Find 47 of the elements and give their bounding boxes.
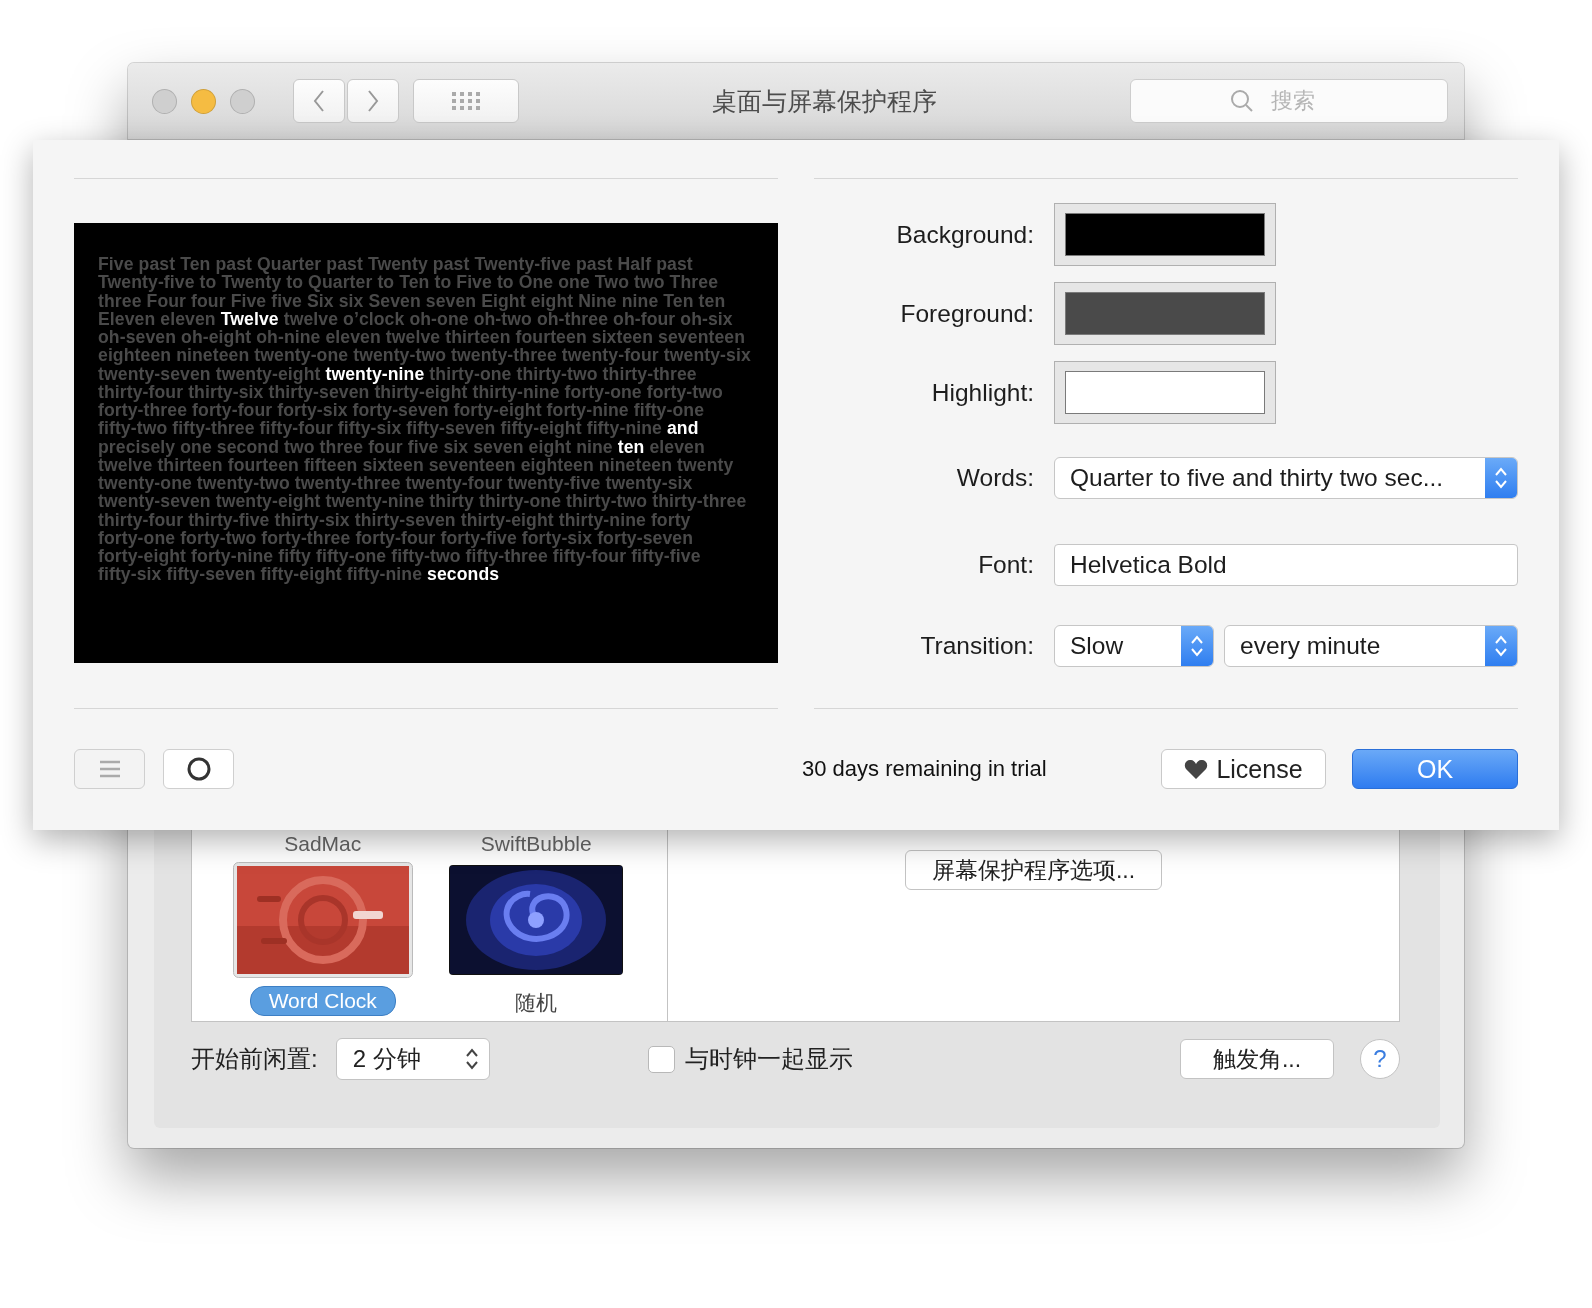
- color-well[interactable]: [1054, 203, 1276, 266]
- show-all-button[interactable]: [413, 79, 519, 123]
- idle-time-select[interactable]: 2 分钟: [335, 1038, 490, 1080]
- transition-interval-select[interactable]: every minute: [1224, 624, 1518, 667]
- window-title: 桌面与屏幕保护程序: [711, 85, 938, 117]
- stepper-arrows-icon: [1494, 633, 1508, 658]
- stepper-arrows-icon: [1190, 633, 1204, 658]
- search-field[interactable]: 搜索: [1130, 79, 1448, 123]
- font-label: Font:: [977, 549, 1034, 580]
- back-button[interactable]: [293, 79, 345, 123]
- forward-button[interactable]: [347, 79, 399, 123]
- circle-button[interactable]: [163, 749, 234, 789]
- heart-icon: [1184, 758, 1209, 780]
- color-label: Foreground:: [899, 298, 1034, 329]
- list-icon: [98, 760, 121, 778]
- circle-icon: [186, 757, 211, 781]
- grid-icon: [452, 92, 480, 110]
- color-well[interactable]: [1054, 361, 1276, 424]
- stepper-arrows-icon: [464, 1047, 479, 1071]
- hot-corners-button[interactable]: 触发角...: [1180, 1039, 1334, 1079]
- screen-saver-name: SwiftBubble: [480, 832, 592, 856]
- show-clock-label: 与时钟一起显示: [684, 1044, 853, 1074]
- font-field[interactable]: Helvetica Bold: [1054, 543, 1518, 586]
- color-well[interactable]: [1054, 282, 1276, 345]
- transition-speed-select[interactable]: Slow: [1054, 624, 1214, 667]
- trial-text: 30 days remaining in trial: [802, 756, 1047, 782]
- zoom-button[interactable]: [230, 88, 255, 114]
- screen-saver-item[interactable]: 随机: [496, 986, 577, 1020]
- words-label: Words:: [955, 463, 1034, 493]
- color-label: Background:: [895, 219, 1034, 250]
- list-button[interactable]: [74, 749, 145, 789]
- idle-label: 开始前闲置:: [191, 1044, 318, 1074]
- license-button[interactable]: License: [1161, 749, 1326, 789]
- word-clock-text: Five past Ten past Quarter past Twenty past Twenty-five past Half past Twenty-five to Twenty to Quarter to Ten to Five to One one Two two Three three Four four Five five Six six Seven seven Eight eight Nine nine Ten ten Eleven eleven Twelve twelve o’clock oh-one oh-two oh-three oh-four oh-six oh-seven oh-eight oh-nine eleven twelve thirteen fourteen sixteen seventeen eighteen nineteen twenty-one twenty-two twenty-three twenty-four twenty-six twenty-seven twenty-eight twenty-nine thirty-one thirty-two thirty-three thirty-four thirty-six thirty-seven thirty-eight thirty-nine forty-one forty-two forty-three forty-four forty-six forty-seven forty-eight forty-nine fifty-one fifty-two fifty-three fifty-four fifty-six fifty-seven fifty-eight fifty-nine and precisely one second two three four five six seven eight nine ten eleven twelve thirteen fourteen fifteen sixteen seventeen eighteen nineteen twenty twenty-one twenty-two twenty-three twenty-four twenty-five twenty-six twenty-seven twenty-eight twenty-nine thirty thirty-one thirty-two thirty-three thirty-four thirty-five thirty-six thirty-seven thirty-eight thirty-nine forty forty-one forty-two forty-three forty-four forty-five forty-six forty-seven forty-eight forty-nine fifty fifty-one fifty-two fifty-three fifty-four fifty-five fifty-six fifty-seven fifty-eight fifty-nine seconds: [98, 255, 752, 584]
- help-button[interactable]: ?: [1360, 1039, 1400, 1079]
- stepper-arrows-icon: [1494, 466, 1508, 490]
- show-clock-checkbox[interactable]: [647, 1045, 675, 1073]
- minimize-button[interactable]: [191, 88, 216, 114]
- screen-saver-name: SadMac: [284, 832, 362, 856]
- search-icon: [1230, 89, 1254, 113]
- chevron-left-icon: [312, 89, 326, 113]
- chevron-right-icon: [366, 89, 380, 113]
- close-button[interactable]: [152, 88, 177, 114]
- color-label: Highlight:: [930, 377, 1034, 408]
- transition-label: Transition:: [919, 630, 1034, 661]
- screen-saver-options-button[interactable]: 屏幕保护程序选项...: [904, 850, 1163, 890]
- words-select[interactable]: Quarter to five and thirty two sec...: [1054, 457, 1518, 499]
